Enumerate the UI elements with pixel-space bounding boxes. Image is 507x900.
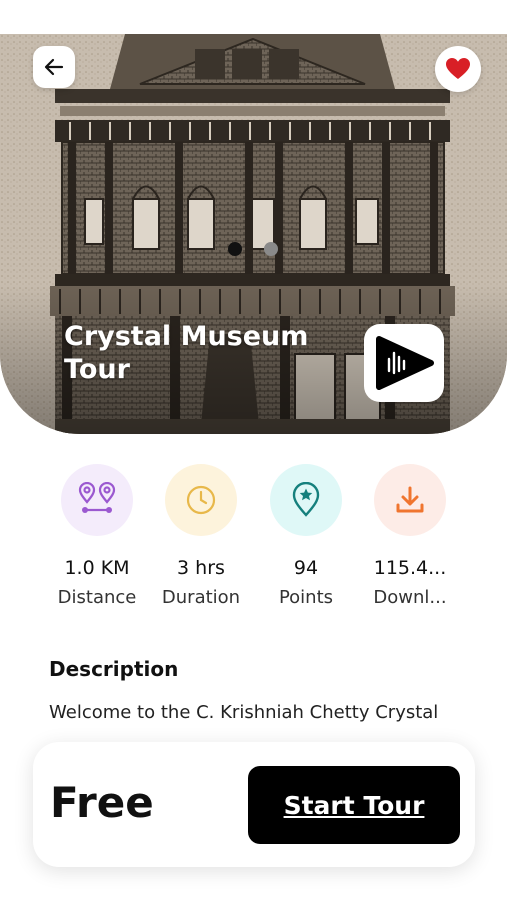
clock-icon [186,485,216,515]
stat-duration-badge [165,464,237,536]
carousel-dot-active[interactable] [228,242,242,256]
stat-points-value: 94 [293,557,319,579]
stat-download-badge[interactable] [374,464,446,536]
tour-title: Crystal Museum Tour [64,321,309,385]
stat-download-label: Downl... [373,587,447,608]
stat-distance-value: 1.0 KM [64,557,130,579]
tour-stats: 1.0 KM Distance 3 hrs Duration 94 Points [0,464,507,614]
stat-duration: 3 hrs Duration [146,464,256,610]
stat-distance: 1.0 KM Distance [42,464,152,610]
favorite-button[interactable] [435,46,481,92]
play-audio-icon [376,336,434,390]
description-text: Welcome to the C. Krishniah Chetty Cryst… [49,702,439,723]
purchase-card: Free Start Tour [33,742,475,867]
stat-points-badge [270,464,342,536]
stat-points: 94 Points [251,464,361,610]
carousel-indicator [228,242,278,256]
stat-download-value: 115.4... [373,557,447,579]
description-heading: Description [49,657,179,681]
stat-duration-value: 3 hrs [177,557,225,579]
tour-price: Free [50,778,154,827]
back-button[interactable] [33,46,75,88]
stat-duration-label: Duration [161,587,241,608]
start-tour-button[interactable]: Start Tour [248,766,460,844]
star-pin-icon [292,482,320,517]
download-icon [396,486,424,513]
route-pins-icon [78,482,116,513]
arrow-left-icon [44,58,64,76]
audio-play-button[interactable] [364,324,444,402]
carousel-dot[interactable] [264,242,278,256]
stat-points-label: Points [278,587,334,608]
stat-distance-label: Distance [57,587,137,608]
stat-distance-badge [61,464,133,536]
heart-icon [446,58,470,79]
stat-download[interactable]: 115.4... Downl... [355,464,465,610]
